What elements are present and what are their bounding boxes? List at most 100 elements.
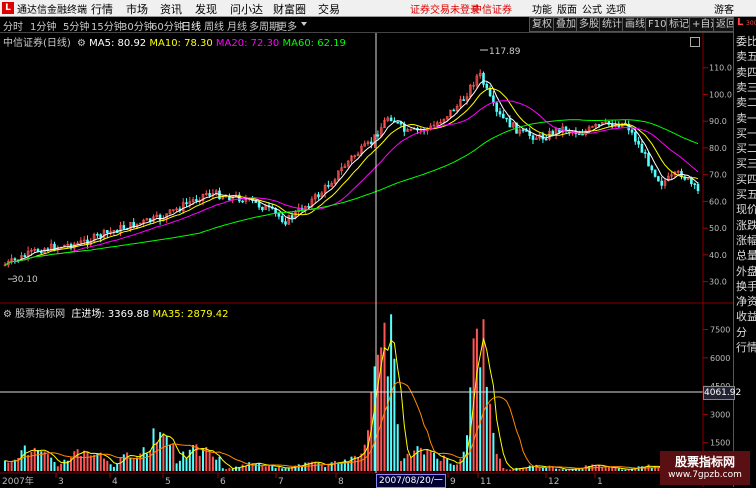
candle-body [650, 165, 654, 171]
x-axis-month-label: 3 [58, 477, 64, 487]
candle-body [290, 215, 294, 219]
menu-market[interactable]: 市场 [126, 1, 148, 17]
side-panel-item[interactable]: 委比 [736, 33, 756, 49]
side-panel-item[interactable]: 总量 [736, 247, 756, 263]
app-title: 通达信金融终端 [17, 5, 87, 16]
indicator-bar [604, 467, 607, 471]
adjust-button[interactable]: 复权 [529, 17, 555, 32]
maximize-panel-icon[interactable] [690, 37, 700, 47]
side-panel-item[interactable]: 外盘 [736, 263, 756, 279]
side-panel-item[interactable]: 卖四 [736, 64, 756, 80]
side-panel-item[interactable]: 买一 [736, 125, 756, 141]
settings-gear-icon[interactable]: ⚙ [77, 38, 86, 49]
period-multi[interactable]: 多周期 [249, 18, 279, 33]
indicator-bar [433, 452, 435, 471]
indicator-bar [277, 466, 280, 471]
side-panel-item[interactable]: 卖一 [736, 110, 756, 126]
trade-login-alert[interactable]: 证券交易未登录 [410, 1, 480, 16]
menu-wealth[interactable]: 财富圈 [273, 1, 306, 17]
candle-body [657, 176, 660, 182]
menu-options[interactable]: 选项 [606, 1, 626, 16]
indicator-bar [53, 462, 56, 471]
period-more[interactable]: 更多 [277, 18, 297, 33]
menu-formula[interactable]: 公式 [582, 1, 602, 16]
broker-name[interactable]: 中信证券 [472, 1, 512, 16]
indicator-bar [178, 460, 181, 471]
period-weekly[interactable]: 周线 [204, 18, 224, 33]
indicator-bar [10, 461, 13, 471]
period-15min[interactable]: 15分钟 [91, 18, 124, 33]
side-panel-item[interactable]: 净资 [736, 293, 756, 309]
indicator-bar [624, 469, 627, 471]
settings-gear-icon[interactable]: ⚙ [3, 309, 12, 320]
indicator-bar [116, 463, 119, 471]
period-60min[interactable]: 60分钟 [151, 18, 184, 33]
indicator-bar [301, 466, 303, 471]
indicator-bar [426, 449, 429, 471]
indicator-bar [7, 462, 10, 471]
side-panel-item[interactable]: 涨幅 [736, 232, 756, 248]
indicator-bar [617, 468, 620, 471]
menu-quotes[interactable]: 行情 [91, 1, 113, 17]
x-axis-month-label: 9 [450, 477, 456, 487]
indicator-bar [555, 468, 558, 471]
period-1min[interactable]: 1分钟 [30, 18, 56, 33]
indicator-bar [611, 467, 614, 471]
indicator-bar [334, 460, 336, 471]
app-logo-icon: L [2, 2, 14, 14]
side-panel-item[interactable]: 买二 [736, 140, 756, 156]
menu-discover[interactable]: 发现 [195, 1, 217, 17]
side-panel-item[interactable]: 买四 [736, 171, 756, 187]
side-panel-item[interactable]: 收益 [736, 308, 756, 324]
side-panel-item[interactable]: 分 [736, 324, 756, 340]
side-panel-item[interactable]: 买五 [736, 186, 756, 202]
indicator-bar [211, 456, 214, 471]
indicator-bar [287, 468, 290, 471]
more-chevron-down-icon[interactable] [301, 22, 307, 26]
candle-body [482, 72, 485, 85]
period-5min[interactable]: 5分钟 [63, 18, 89, 33]
indicator-bar [27, 454, 30, 471]
side-panel-item[interactable]: 行情 [736, 339, 756, 355]
indicator-bar [268, 465, 270, 471]
panel-header: L [737, 17, 744, 28]
period-daily[interactable]: 日线 [181, 18, 201, 33]
period-30min[interactable]: 30分钟 [121, 18, 154, 33]
side-panel-item[interactable]: 现价 [736, 201, 756, 217]
candle-body [158, 214, 162, 221]
indicator-bar [235, 466, 237, 471]
indicator-bar [241, 464, 244, 471]
watermark-badge: 股票指标网 www.7gpzb.com [660, 451, 750, 485]
x-axis-month-label: 4 [112, 477, 118, 487]
side-panel-item[interactable]: 换手 [736, 278, 756, 294]
side-panel-item[interactable]: 涨跌 [736, 217, 756, 233]
indicator-bar [489, 403, 492, 471]
indicator-bar [393, 358, 396, 471]
menu-layout[interactable]: 版面 [557, 1, 577, 16]
side-panel-item[interactable]: 卖三 [736, 79, 756, 95]
side-panel-item[interactable]: 卖二 [736, 94, 756, 110]
indicator-bar [195, 444, 198, 471]
menu-trade[interactable]: 交易 [318, 1, 340, 17]
menu-ask[interactable]: 问小达 [230, 1, 263, 17]
guest-label[interactable]: 游客 [714, 1, 734, 16]
indicator-ma-line [4, 338, 699, 470]
side-panel-item[interactable]: 卖五 [736, 48, 756, 64]
indicator-bar [614, 468, 617, 471]
candle-body [208, 193, 211, 196]
indicator-bar [129, 457, 132, 471]
indicator-bar [112, 466, 115, 471]
x-axis-month-label: 12 [548, 477, 559, 487]
indicator-bar [416, 446, 419, 471]
indicator-bar [340, 462, 343, 471]
menu-news[interactable]: 资讯 [160, 1, 182, 17]
candle-body [581, 133, 584, 136]
indicator-bar [79, 456, 82, 471]
period-monthly[interactable]: 月线 [227, 18, 247, 33]
period-tick[interactable]: 分时 [3, 18, 23, 33]
indicator-bar [449, 463, 452, 471]
side-panel-item[interactable]: 买三 [736, 155, 756, 171]
menu-function[interactable]: 功能 [532, 1, 552, 16]
indicator-bar [37, 449, 39, 471]
kline-chart[interactable]: 110.0100.090.080.070.060.050.040.030.075… [0, 33, 733, 487]
